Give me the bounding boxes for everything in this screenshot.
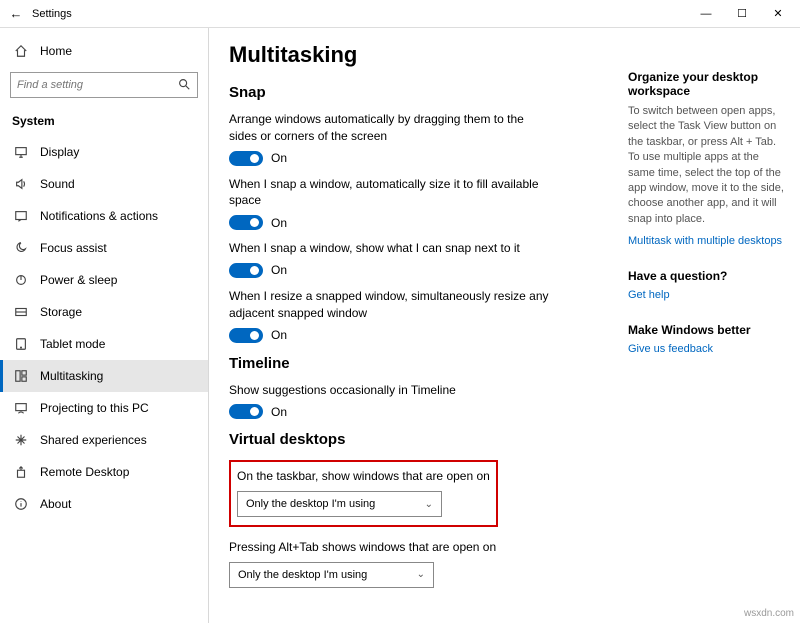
sidebar-item-label: Display [40,145,79,159]
timeline-toggle-0[interactable] [229,404,263,419]
sidebar-item-remote-desktop[interactable]: Remote Desktop [0,456,208,488]
sidebar-item-label: Storage [40,305,82,319]
sidebar-item-tablet-mode[interactable]: Tablet mode [0,328,208,360]
close-button[interactable]: ✕ [760,1,796,27]
display-icon [12,145,30,159]
sidebar: Home System Display Sound Notifications & … [0,28,209,623]
snap-label-2: When I snap a window, show what I can sn… [229,240,549,257]
side-heading-question: Have a question? [628,269,788,283]
sidebar-item-label: Notifications & actions [40,209,158,223]
main-column: Multitasking Snap Arrange windows automa… [229,38,619,613]
sidebar-item-label: Power & sleep [40,273,117,287]
projecting-icon [12,401,30,415]
search-icon [177,77,191,94]
taskbar-option-label: On the taskbar, show windows that are op… [237,468,490,485]
sidebar-item-projecting-to-this-pc[interactable]: Projecting to this PC [0,392,208,424]
snap-label-0: Arrange windows automatically by draggin… [229,111,549,145]
snap-state-0: On [271,151,287,165]
sidebar-item-label: About [40,497,71,511]
storage-icon [12,305,30,319]
window-title: Settings [32,8,688,20]
page-title: Multitasking [229,42,619,68]
remote-icon [12,465,30,479]
sidebar-item-power-sleep[interactable]: Power & sleep [0,264,208,296]
alttab-dropdown-value: Only the desktop I'm using [238,569,367,581]
sidebar-item-notifications-actions[interactable]: Notifications & actions [0,200,208,232]
sidebar-item-shared-experiences[interactable]: Shared experiences [0,424,208,456]
focus-icon [12,241,30,255]
maximize-button[interactable]: ☐ [724,1,760,27]
about-icon [12,497,30,511]
home-button[interactable]: Home [0,36,208,66]
timeline-label-0: Show suggestions occasionally in Timelin… [229,382,549,399]
feedback-link[interactable]: Give us feedback [628,343,788,355]
sidebar-item-display[interactable]: Display [0,136,208,168]
sidebar-item-label: Sound [40,177,75,191]
side-paragraph: To switch between open apps, select the … [628,104,788,227]
multitask-link[interactable]: Multitask with multiple desktops [628,235,788,247]
snap-state-3: On [271,328,287,342]
snap-toggle-2[interactable] [229,263,263,278]
chevron-down-icon: ⌄ [417,569,425,580]
sidebar-item-label: Projecting to this PC [40,401,149,415]
taskbar-dropdown-value: Only the desktop I'm using [246,498,375,510]
snap-state-1: On [271,216,287,230]
sidebar-item-label: Remote Desktop [40,465,129,479]
sound-icon [12,177,30,191]
minimize-button[interactable]: — [688,1,724,27]
get-help-link[interactable]: Get help [628,289,788,301]
watermark: wsxdn.com [744,608,794,619]
titlebar: ← Settings — ☐ ✕ [0,0,800,28]
category-heading: System [0,108,208,136]
snap-label-1: When I snap a window, automatically size… [229,176,549,210]
snap-heading: Snap [229,84,619,101]
power-icon [12,273,30,287]
timeline-state-0: On [271,405,287,419]
sidebar-item-label: Tablet mode [40,337,105,351]
virtual-desktops-heading: Virtual desktops [229,431,619,448]
sidebar-item-focus-assist[interactable]: Focus assist [0,232,208,264]
notifications-icon [12,209,30,223]
snap-toggle-3[interactable] [229,328,263,343]
search-input[interactable] [17,79,177,91]
snap-label-3: When I resize a snapped window, simultan… [229,288,549,322]
sidebar-item-label: Shared experiences [40,433,147,447]
alttab-dropdown[interactable]: Only the desktop I'm using ⌄ [229,562,434,588]
sidebar-item-storage[interactable]: Storage [0,296,208,328]
sidebar-item-multitasking[interactable]: Multitasking [0,360,208,392]
alttab-option-label: Pressing Alt+Tab shows windows that are … [229,539,549,556]
tablet-icon [12,337,30,351]
highlighted-option: On the taskbar, show windows that are op… [229,460,498,527]
back-button[interactable]: ← [4,6,28,21]
sidebar-item-label: Multitasking [40,369,103,383]
sidebar-item-label: Focus assist [40,241,107,255]
snap-toggle-0[interactable] [229,151,263,166]
taskbar-dropdown[interactable]: Only the desktop I'm using ⌄ [237,491,442,517]
side-column: Organize your desktop workspace To switc… [628,38,788,613]
sidebar-item-about[interactable]: About [0,488,208,520]
side-heading-feedback: Make Windows better [628,323,788,337]
shared-icon [12,433,30,447]
search-box[interactable] [10,72,198,98]
home-label: Home [40,44,72,58]
snap-state-2: On [271,263,287,277]
side-heading-workspace: Organize your desktop workspace [628,70,788,98]
timeline-heading: Timeline [229,355,619,372]
sidebar-item-sound[interactable]: Sound [0,168,208,200]
chevron-down-icon: ⌄ [425,499,433,510]
home-icon [12,44,30,58]
snap-toggle-1[interactable] [229,215,263,230]
multitasking-icon [12,369,30,383]
